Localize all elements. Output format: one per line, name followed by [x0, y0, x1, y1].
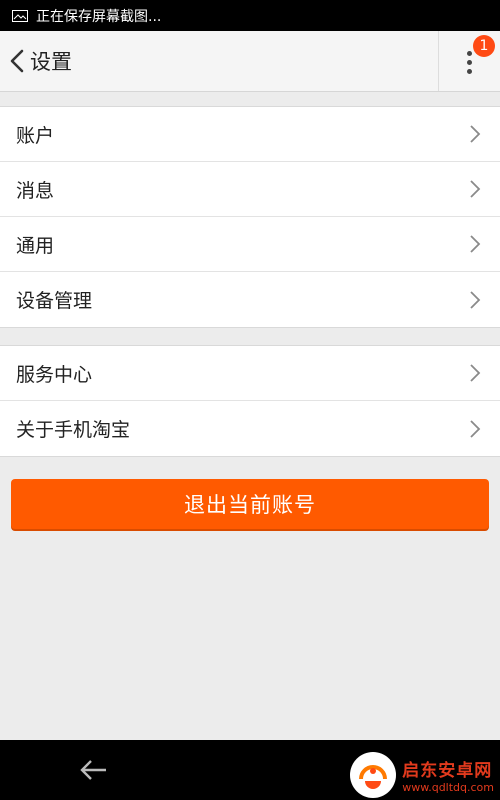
status-bar: 正在保存屏幕截图...: [0, 0, 500, 31]
logout-button[interactable]: 退出当前账号: [11, 479, 489, 529]
chevron-right-icon: [470, 419, 481, 438]
chevron-left-icon: [10, 49, 24, 73]
status-text: 正在保存屏幕截图...: [36, 8, 162, 25]
settings-item-messages[interactable]: 消息: [0, 162, 500, 217]
chevron-right-icon: [470, 290, 481, 309]
settings-item-label: 关于手机淘宝: [16, 419, 131, 441]
chevron-right-icon: [470, 364, 481, 382]
settings-group-main: 账户 消息 通用 设备管理: [0, 106, 500, 328]
screenshot-icon: [12, 9, 28, 22]
settings-item-general[interactable]: 通用: [0, 217, 500, 272]
settings-item-label: 服务中心: [16, 363, 93, 386]
settings-item-label: 账户: [16, 124, 55, 147]
watermark: 启东安卓网 www.qdltdq.com: [350, 752, 494, 798]
watermark-logo-icon: [350, 752, 397, 798]
watermark-title: 启东安卓网: [402, 761, 493, 781]
chevron-right-icon: [470, 125, 481, 143]
settings-item-about[interactable]: 关于手机淘宝: [0, 401, 500, 456]
page-title: 设置: [30, 50, 72, 74]
settings-item-label: 通用: [16, 234, 55, 257]
notification-badge: 1: [473, 35, 495, 57]
watermark-url: www.qdltdq.com: [402, 781, 494, 794]
settings-item-service-center[interactable]: 服务中心: [0, 346, 500, 401]
chevron-right-icon: [470, 235, 481, 253]
chevron-right-icon: [470, 180, 481, 198]
settings-item-device-management[interactable]: 设备管理: [0, 272, 500, 327]
back-button[interactable]: 设置: [0, 31, 72, 91]
more-vertical-icon: [467, 50, 472, 74]
settings-group-help: 服务中心 关于手机淘宝: [0, 345, 500, 457]
settings-item-account[interactable]: 账户: [0, 107, 500, 162]
settings-item-label: 消息: [16, 179, 55, 202]
settings-item-label: 设备管理: [16, 290, 93, 312]
nav-back-arrow-icon[interactable]: [78, 754, 110, 786]
more-menu-button[interactable]: 1: [438, 31, 500, 91]
header-bar: 设置 1: [0, 31, 500, 92]
